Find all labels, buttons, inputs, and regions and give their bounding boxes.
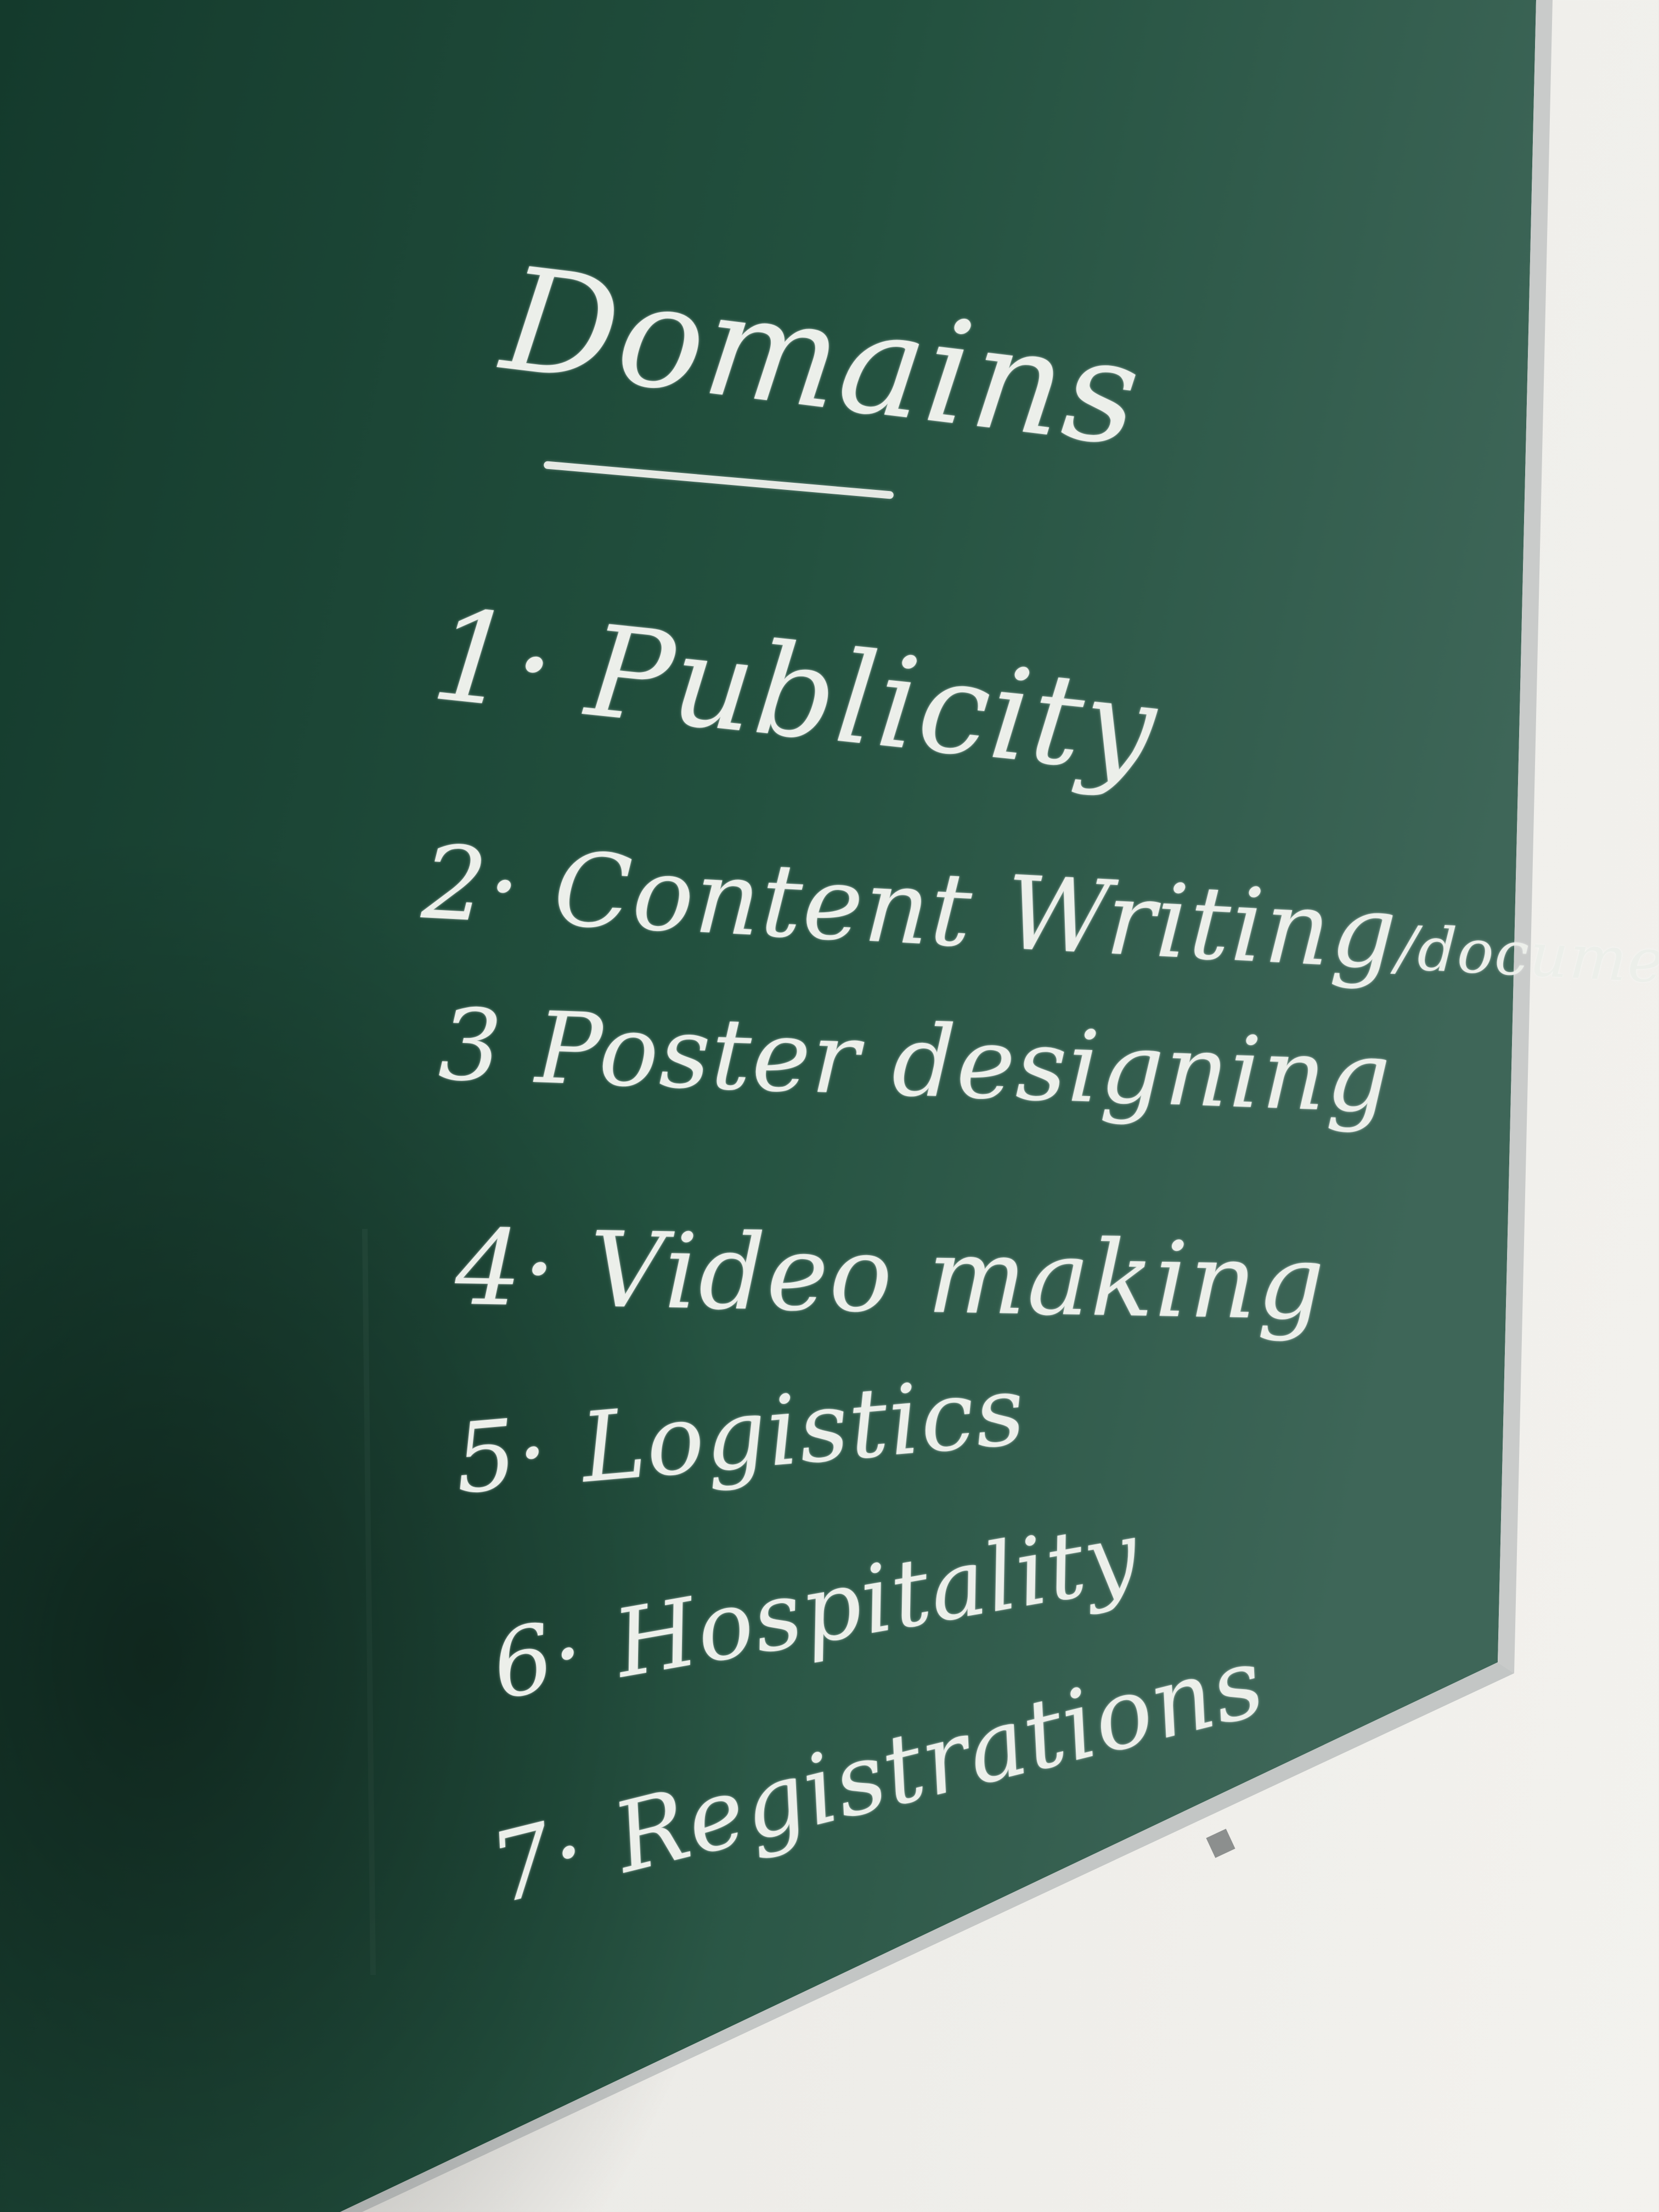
item-number: 1· (426, 582, 563, 741)
frame-clip (1206, 1829, 1235, 1858)
item-label-extra: /documentation (1395, 912, 1659, 1009)
item-label: Video making (589, 1209, 1327, 1344)
item-number: 6· (484, 1598, 593, 1721)
item-number: 2· (419, 823, 524, 947)
item-number: 3 (437, 988, 505, 1105)
item-number: 5· (450, 1396, 554, 1516)
list-item: 4· Video making (454, 1207, 1327, 1344)
item-number: 4· (454, 1207, 558, 1330)
